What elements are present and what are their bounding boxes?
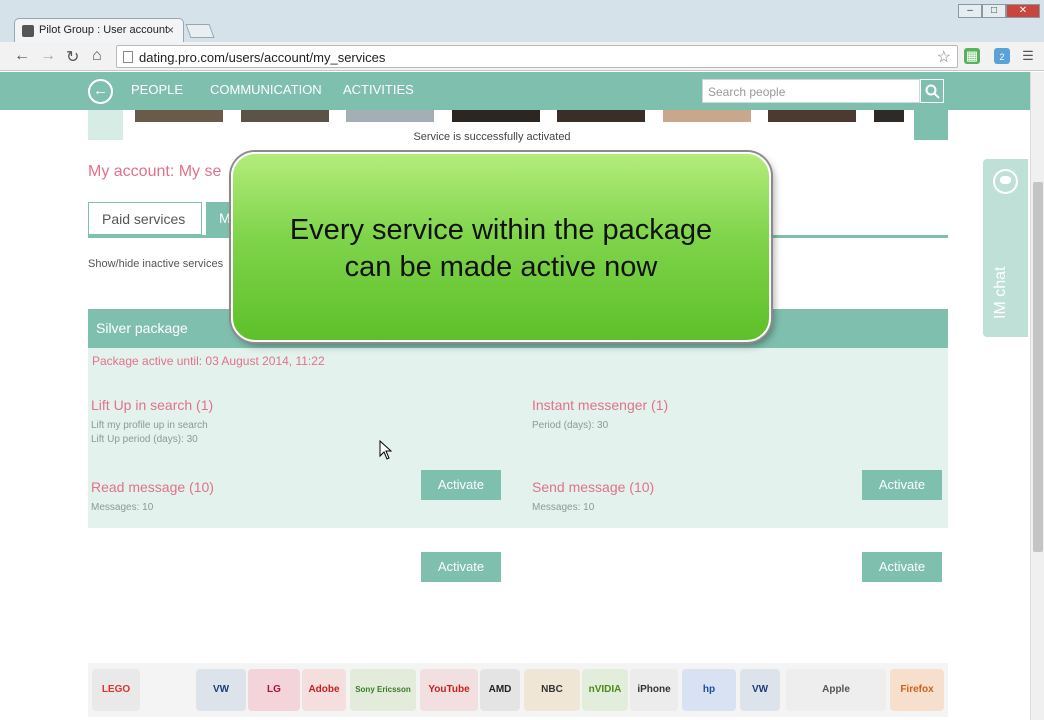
page-scrollbar[interactable]: [1030, 72, 1044, 720]
brand-logo: nVIDIA: [582, 669, 628, 711]
activate-send-message-button[interactable]: Activate: [862, 552, 942, 582]
page-title: My account: My se: [88, 163, 222, 180]
success-notice: Service is successfully activated: [413, 131, 571, 143]
brand-logo: YouTube: [420, 669, 478, 711]
im-chat-label: IM chat: [992, 266, 1009, 319]
new-tab-button[interactable]: [185, 24, 215, 38]
service-details-read-message: Messages: 10: [91, 501, 153, 515]
brand-logo: Sony Ericsson: [350, 669, 416, 711]
back-icon[interactable]: ←: [14, 47, 30, 65]
browser-toolbar: ← → ↻ ⌂ dating.pro.com/users/account/my_…: [0, 42, 1044, 71]
brand-logo: VW: [196, 669, 246, 711]
brand-logo: AMD: [480, 669, 520, 711]
site-favicon-icon: [22, 25, 34, 37]
member-photo[interactable]: [241, 110, 329, 122]
service-title-read-message: Read message (10): [91, 479, 214, 495]
maximize-button[interactable]: □: [982, 4, 1006, 18]
url-text: dating.pro.com/users/account/my_services: [139, 50, 386, 65]
service-details-send-message: Messages: 10: [532, 501, 594, 515]
service-detail: Lift my profile up in search: [91, 420, 208, 431]
brand-logo: LEGO: [92, 669, 140, 711]
nav-people[interactable]: PEOPLE: [131, 82, 183, 97]
browser-tabstrip: Pilot Group : User account × – □ ✕: [0, 0, 1044, 42]
activate-lift-up-button[interactable]: Activate: [421, 470, 501, 500]
service-details-lift-up: Lift my profile up in search Lift Up per…: [91, 419, 208, 447]
service-detail: Lift Up period (days): 30: [91, 434, 198, 445]
extension-icon[interactable]: ▦: [964, 48, 980, 64]
brand-logos-banner: LEGO VW LG Adobe Sony Ericsson YouTube A…: [88, 663, 948, 717]
brand-logo: VW: [740, 669, 780, 711]
search-icon: [925, 84, 940, 99]
nav-communication[interactable]: COMMUNICATION: [210, 82, 322, 97]
page-icon: [123, 51, 133, 63]
close-window-button[interactable]: ✕: [1006, 4, 1040, 18]
search-people-input[interactable]: Search people: [702, 79, 920, 103]
tab-title: Pilot Group : User account: [39, 24, 169, 36]
home-icon[interactable]: ⌂: [92, 47, 102, 65]
service-title-instant-messenger: Instant messenger (1): [532, 397, 669, 413]
brand-logo: hp: [682, 669, 736, 711]
service-title-lift-up: Lift Up in search (1): [91, 397, 214, 413]
top-navigation: ← PEOPLE COMMUNICATION ACTIVITIES Search…: [0, 72, 1030, 110]
member-photo[interactable]: [346, 110, 434, 122]
extension-badge-icon[interactable]: 2: [994, 48, 1010, 64]
brand-logo: NBC: [524, 669, 580, 711]
member-photo[interactable]: [874, 110, 904, 122]
brand-logo: LG: [248, 669, 300, 711]
address-bar[interactable]: dating.pro.com/users/account/my_services…: [116, 45, 958, 68]
member-photo[interactable]: [135, 110, 223, 122]
bookmark-star-icon[interactable]: ☆: [937, 47, 951, 67]
package-active-until: Package active until: 03 August 2014, 11…: [92, 354, 325, 368]
back-arrow-icon[interactable]: ←: [88, 79, 113, 104]
service-details-instant-messenger: Period (days): 30: [532, 419, 608, 433]
chat-bubble-icon: [993, 169, 1018, 194]
menu-icon[interactable]: ☰: [1020, 48, 1036, 64]
service-detail: Messages: 10: [532, 502, 595, 513]
callout-line-2: can be made active now: [344, 251, 658, 283]
service-detail: Period (days): 30: [532, 420, 609, 431]
tab-paid-services[interactable]: Paid services: [88, 202, 202, 235]
forward-icon[interactable]: →: [40, 47, 56, 65]
member-photo[interactable]: [663, 110, 751, 122]
tutorial-callout: Every service within the package can be …: [231, 152, 771, 342]
brand-logo: Adobe: [302, 669, 346, 711]
brand-logo: Apple: [786, 669, 886, 711]
package-body: Package active until: 03 August 2014, 11…: [88, 348, 948, 582]
reload-icon[interactable]: ↻: [66, 47, 79, 67]
activate-instant-messenger-button[interactable]: Activate: [862, 470, 942, 500]
member-photo[interactable]: [557, 110, 645, 122]
mouse-cursor-icon: [379, 440, 393, 460]
search-button[interactable]: [920, 79, 944, 103]
brand-logo: Firefox: [890, 669, 944, 711]
brand-logo: iPhone: [630, 669, 678, 711]
photo-strip-left-bg: [88, 110, 123, 140]
minimize-button[interactable]: –: [958, 4, 982, 18]
member-photo[interactable]: [768, 110, 856, 122]
tab-close-icon[interactable]: ×: [167, 23, 174, 37]
show-hide-inactive-link[interactable]: Show/hide inactive services: [88, 258, 223, 270]
callout-line-1: Every service within the package: [289, 214, 713, 246]
browser-tab[interactable]: Pilot Group : User account ×: [14, 18, 184, 42]
service-detail: Messages: 10: [91, 502, 154, 513]
service-title-send-message: Send message (10): [532, 479, 655, 495]
nav-activities[interactable]: ACTIVITIES: [343, 82, 414, 97]
photo-strip-right-bg: [914, 110, 948, 140]
im-chat-panel[interactable]: IM chat: [983, 159, 1028, 337]
extension-badge: 2: [999, 52, 1005, 62]
scrollbar-thumb[interactable]: [1033, 182, 1043, 552]
activate-read-message-button[interactable]: Activate: [421, 552, 501, 582]
member-photo[interactable]: [452, 110, 540, 122]
